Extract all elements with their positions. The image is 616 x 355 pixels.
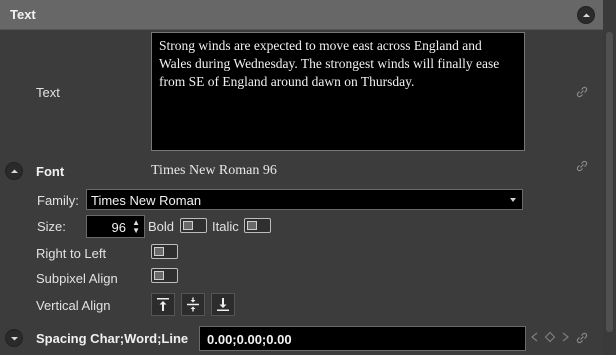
chevron-down-icon: [510, 198, 516, 202]
toggle-knob: [247, 221, 257, 230]
toggle-knob: [154, 271, 164, 280]
spacing-expand-button[interactable]: [5, 329, 23, 347]
italic-toggle[interactable]: [244, 218, 271, 233]
keyframe-nav: [530, 331, 570, 346]
scrollbar-track[interactable]: [606, 32, 613, 332]
spin-arrows-icon[interactable]: ▲ ▼: [132, 219, 140, 235]
family-label: Family:: [37, 193, 79, 208]
subpixel-toggle[interactable]: [151, 268, 178, 283]
rtl-label: Right to Left: [36, 246, 107, 261]
font-collapse-button[interactable]: [5, 162, 23, 180]
prev-keyframe-icon: [531, 332, 538, 342]
chevron-up-icon: [11, 169, 18, 173]
align-top-button[interactable]: [151, 293, 175, 316]
font-family-value: Times New Roman: [91, 193, 202, 208]
scrollbar[interactable]: [603, 0, 616, 355]
subpixel-label: Subpixel Align: [36, 271, 118, 286]
vertical-align-label: Vertical Align: [36, 298, 111, 313]
link-icon[interactable]: [576, 160, 588, 172]
toggle-knob: [183, 221, 193, 230]
text-label: Text: [36, 85, 60, 100]
size-label: Size:: [37, 219, 66, 234]
chevron-up-icon: [583, 13, 590, 17]
align-center-icon: [187, 297, 199, 312]
spacing-label: Spacing Char;Word;Line: [36, 331, 189, 346]
font-family-select[interactable]: Times New Roman: [86, 189, 523, 210]
link-icon[interactable]: [576, 86, 588, 98]
rtl-toggle[interactable]: [151, 244, 178, 259]
section-header: Text: [0, 0, 603, 30]
spacing-input[interactable]: 0.00;0.00;0.00: [199, 326, 526, 351]
font-summary: Times New Roman 96: [151, 163, 277, 178]
section-title: Text: [10, 7, 36, 22]
collapse-section-button[interactable]: [577, 6, 595, 24]
keyframe-icon: [544, 331, 556, 343]
bold-toggle[interactable]: [180, 218, 207, 233]
bold-label: Bold: [148, 219, 175, 234]
align-top-icon: [157, 298, 169, 311]
align-center-button[interactable]: [181, 293, 205, 316]
font-label: Font: [36, 164, 65, 179]
toggle-knob: [154, 247, 164, 256]
chevron-down-icon: [11, 337, 18, 341]
next-keyframe-icon: [562, 332, 569, 342]
link-icon[interactable]: [576, 332, 588, 344]
font-size-value: 96: [111, 220, 126, 235]
italic-label: Italic: [212, 219, 239, 234]
align-bottom-button[interactable]: [211, 293, 235, 316]
spacing-value: 0.00;0.00;0.00: [207, 332, 292, 347]
align-bottom-icon: [217, 298, 229, 311]
font-size-stepper[interactable]: 96 ▲ ▼: [86, 215, 145, 238]
text-input[interactable]: Strong winds are expected to move east a…: [151, 32, 525, 151]
